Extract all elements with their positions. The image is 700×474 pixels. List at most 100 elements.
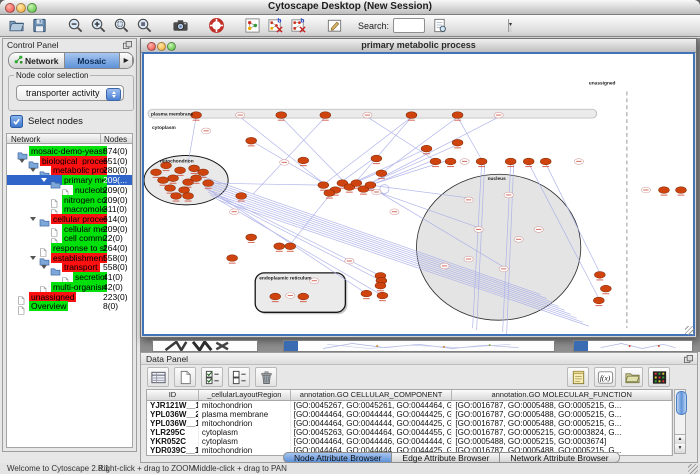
table-row[interactable]: YJR121W__1mitochondrion[GO:0045267, GO:0… <box>147 401 672 410</box>
tree-item-secretion[interactable]: secretion41(0) <box>7 272 132 282</box>
table-cell: YPL036W__1 <box>147 419 199 428</box>
tree-item-cellular-metabo[interactable]: cellular metabo209(0) <box>7 224 132 234</box>
background-window-fragment[interactable] <box>283 340 555 352</box>
tree-item-establishment-of-lo[interactable]: establishment of lo558(0) <box>7 253 132 263</box>
search-input[interactable] <box>394 19 508 32</box>
annotation-select-icon[interactable] <box>325 16 344 35</box>
document-title: primary metabolic process <box>141 40 696 50</box>
tree-item-nitrogen-compo[interactable]: nitrogen compo209(0) <box>7 195 132 205</box>
mdi-desktop: primary metabolic process plasma membran… <box>140 38 700 352</box>
network-node <box>198 169 209 176</box>
expand-triangle-icon[interactable] <box>19 159 25 163</box>
tree-item-mosaic-demo-yeast[interactable]: mosaic-demo-yeast874(0) <box>7 146 132 156</box>
document-window[interactable]: primary metabolic process plasma membran… <box>140 38 697 338</box>
table-cell: [GO:0045267, GO:0045261, GO:0044464, G..… <box>291 401 453 410</box>
expand-triangle-icon[interactable] <box>30 168 36 172</box>
table-header-cell[interactable]: annotation.GO CELLULAR_COMPONENT <box>291 390 453 400</box>
group-label: Node color selection <box>14 71 90 80</box>
tree-item-overview[interactable]: Overview 8(0) <box>7 301 132 311</box>
tree-item-cell-communicat[interactable]: cell communicat22(0) <box>7 233 132 243</box>
function-builder-icon[interactable]: f(x) <box>594 367 616 387</box>
search-combobox[interactable]: ▾ <box>393 18 425 33</box>
tree-item-node-count: 311(0) <box>103 204 133 214</box>
expand-triangle-icon[interactable] <box>41 265 47 269</box>
network-node <box>158 177 169 184</box>
select-attributes-icon[interactable] <box>201 367 223 387</box>
tree-item-response-to-stimulu[interactable]: response to stimulu264(0) <box>7 243 132 253</box>
tree-item-label: response to stimulu <box>51 243 107 253</box>
open-icon[interactable] <box>7 16 26 35</box>
network-overview-icon[interactable] <box>243 16 262 35</box>
tree-item-unassigned[interactable]: unassigned223(0) <box>7 292 132 302</box>
zoom-in-icon[interactable] <box>89 16 108 35</box>
document-resize-grip[interactable] <box>685 326 694 335</box>
help-ring-icon[interactable] <box>207 16 226 35</box>
document-titlebar[interactable]: primary metabolic process <box>141 39 696 53</box>
tree-item-multi-organism-pro[interactable]: multi-organism pro42(0) <box>7 282 132 292</box>
expand-triangle-icon[interactable] <box>30 217 36 221</box>
tree-item-node-count: 8(0) <box>103 301 133 311</box>
snapshot-icon[interactable] <box>171 16 190 35</box>
tree-item-cellular-process[interactable]: cellular process614(0) <box>7 214 132 224</box>
tree-item-nucleobase-[interactable]: nucleobase-209(0) <box>7 185 132 195</box>
table-header-cell[interactable]: ID <box>147 390 199 400</box>
zoom-selected-icon[interactable] <box>112 16 131 35</box>
save-icon[interactable] <box>30 16 49 35</box>
new-attribute-icon[interactable] <box>174 367 196 387</box>
tree-item-label: transport <box>62 262 100 272</box>
tab-edge-attribute-browser[interactable]: Edge Attribute Browser <box>392 452 500 463</box>
table-scrollbar[interactable]: ▲ ▼ <box>674 389 686 454</box>
table-row[interactable]: YPL036W__2plasma membrane[GO:0044464, GO… <box>147 410 672 419</box>
network-node <box>246 137 257 144</box>
scroll-up-icon[interactable]: ▲ <box>675 435 685 444</box>
scrollbar-thumb[interactable] <box>676 391 687 415</box>
scroll-down-icon[interactable]: ▼ <box>675 444 685 453</box>
expand-triangle-icon[interactable] <box>30 256 36 260</box>
data-panel-title: Data Panel <box>146 354 188 364</box>
table-header-cell[interactable]: _cellularLayoutRegion <box>199 390 291 400</box>
compartment-nucleus <box>416 174 580 320</box>
table-row[interactable]: YPL036W__1mitochondrion[GO:0044464, GO:0… <box>147 419 672 428</box>
notes-icon[interactable] <box>567 367 589 387</box>
tree-item-primary-metabo[interactable]: primary metabo209(... <box>7 175 132 185</box>
tab-node-attribute-browser[interactable]: Node Attribute Browser <box>283 452 392 463</box>
attribute-table-icon[interactable] <box>147 367 169 387</box>
destroy-view-icon[interactable]: b <box>289 16 308 35</box>
tab-overflow-arrow-icon[interactable]: ▶ <box>120 53 133 68</box>
background-window-fragment[interactable] <box>573 340 693 352</box>
matrix-icon[interactable] <box>648 367 670 387</box>
network-node <box>452 112 463 119</box>
tree-item-transport[interactable]: transport558(0) <box>7 262 132 272</box>
tree-item-node-count: 22(0) <box>103 233 133 243</box>
float-panel-icon[interactable] <box>684 355 693 363</box>
table-header-cell[interactable]: annotation.GO MOLECULAR_FUNCTION <box>452 390 672 400</box>
tree-item-biological-process[interactable]: biological_process651(0) <box>7 156 132 166</box>
control-panel: Control Panel Network Mosaic ▶ Node colo… <box>2 38 137 452</box>
tab-network-attribute-browser[interactable]: Network Attribute Browser <box>500 452 619 463</box>
tab-network[interactable]: Network <box>9 53 65 68</box>
compartment-label: mitochondrion <box>160 158 194 164</box>
table-cell: [GO:0005488, GO:0005215, GO:0003674] <box>452 437 672 446</box>
table-row[interactable]: YLR295Ccytoplasm[GO:0045263, GO:0044464,… <box>147 428 672 437</box>
search-dropdown-arrow-icon[interactable]: ▾ <box>508 19 512 32</box>
unselect-attributes-icon[interactable] <box>228 367 250 387</box>
import-attributes-icon[interactable] <box>621 367 643 387</box>
tree-item-node-count: 209(... <box>103 175 133 185</box>
tree-item-metabolic-process[interactable]: metabolic process280(0) <box>7 165 132 175</box>
expand-triangle-icon[interactable] <box>41 178 47 182</box>
tree-item-label: cell communicat <box>62 233 107 243</box>
tab-mosaic[interactable]: Mosaic <box>65 53 121 68</box>
zoom-out-icon[interactable] <box>66 16 85 35</box>
tree-item-label: Overview <box>29 301 68 311</box>
table-row[interactable]: YKR052Ccytoplasm[GO:0044464, GO:0044446,… <box>147 437 672 446</box>
delete-attribute-icon[interactable] <box>255 367 277 387</box>
app-resize-grip[interactable] <box>688 464 698 474</box>
zoom-fit-icon[interactable] <box>135 16 154 35</box>
select-nodes-checkbox[interactable] <box>10 115 23 128</box>
background-window-fragment[interactable] <box>152 340 258 352</box>
destroy-network-icon[interactable]: b <box>266 16 285 35</box>
tree-item-macromolecule[interactable]: macromolecule311(0) <box>7 204 132 214</box>
float-panel-icon[interactable] <box>123 41 132 49</box>
network-canvas[interactable]: plasma membranecytoplasmmitochondrionnuc… <box>142 52 695 336</box>
node-color-dropdown[interactable]: transporter activity <box>16 85 124 101</box>
